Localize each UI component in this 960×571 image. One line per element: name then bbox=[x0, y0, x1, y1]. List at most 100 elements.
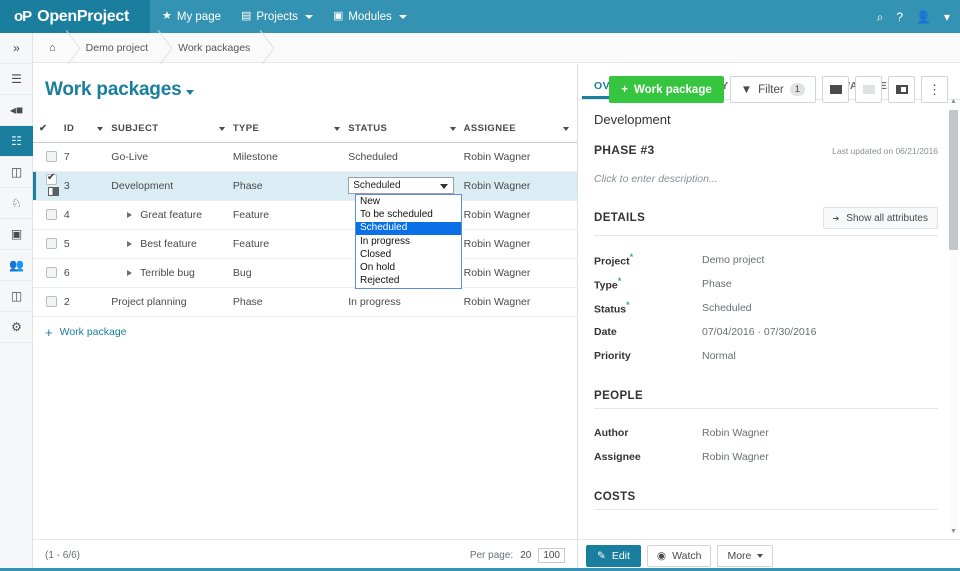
user-menu-caret-icon[interactable]: ▾ bbox=[944, 11, 950, 23]
table-row[interactable]: 2 Project planning Phase In progress Rob… bbox=[33, 287, 577, 317]
nav-item-modules[interactable]: ▣ Modules bbox=[333, 0, 407, 33]
status-select[interactable]: Scheduled bbox=[348, 177, 455, 194]
scrollbar-thumb[interactable] bbox=[949, 110, 958, 250]
row-assignee[interactable]: Robin Wagner bbox=[463, 171, 577, 201]
row-type[interactable]: Phase bbox=[232, 171, 349, 201]
row-id[interactable]: 2 bbox=[63, 287, 112, 317]
chevron-down-icon[interactable] bbox=[97, 126, 104, 131]
column-header-type[interactable]: TYPE bbox=[232, 116, 349, 143]
row-assignee[interactable]: Robin Wagner bbox=[463, 200, 577, 230]
column-header-assignee[interactable]: ASSIGNEE bbox=[463, 116, 577, 143]
table-row[interactable]: 3 Development Phase Scheduled Robin Wagn… bbox=[33, 171, 577, 201]
row-assignee[interactable]: Robin Wagner bbox=[463, 258, 577, 288]
row-status[interactable]: In progress bbox=[348, 287, 464, 317]
view-list-button[interactable] bbox=[822, 76, 849, 103]
attribute-row-status[interactable]: Status* Scheduled bbox=[594, 296, 938, 320]
search-icon[interactable]: ⌕ bbox=[877, 11, 884, 23]
scroll-down-arrow-icon[interactable]: ▼ bbox=[950, 528, 957, 535]
row-assignee[interactable]: Robin Wagner bbox=[463, 229, 577, 259]
sidebar-item-budgets[interactable]: ◫ bbox=[0, 281, 33, 312]
scroll-up-arrow-icon[interactable]: ▲ bbox=[950, 98, 957, 105]
status-option-closed[interactable]: Closed bbox=[356, 248, 461, 261]
attribute-row-author[interactable]: Author Robin Wagner bbox=[594, 421, 938, 445]
sidebar-item-activity[interactable]: ☰ bbox=[0, 64, 33, 95]
chevron-down-icon[interactable] bbox=[563, 126, 569, 131]
row-subject[interactable]: Best feature bbox=[111, 229, 233, 259]
row-subject[interactable]: Great feature bbox=[111, 200, 233, 230]
row-checkbox-cell[interactable] bbox=[33, 171, 64, 201]
row-checkbox-cell[interactable] bbox=[33, 287, 64, 317]
table-row[interactable]: 4 Great feature Feature Robin Wagner bbox=[33, 200, 577, 230]
row-checkbox-cell[interactable] bbox=[33, 142, 64, 172]
row-checkbox[interactable] bbox=[45, 151, 57, 163]
table-row[interactable]: 5 Best feature Feature Robin Wagner bbox=[33, 229, 577, 259]
row-status[interactable]: Scheduled bbox=[348, 142, 464, 172]
watch-button[interactable]: ◉ Watch bbox=[646, 544, 712, 567]
description-placeholder[interactable]: Click to enter description... bbox=[594, 173, 938, 185]
row-id[interactable]: 6 bbox=[63, 258, 112, 288]
status-option-new[interactable]: New bbox=[356, 195, 461, 208]
attribute-row-date[interactable]: Date 07/04/2016 · 07/30/2016 bbox=[594, 320, 938, 344]
add-work-package-row[interactable]: + Work package bbox=[33, 317, 577, 339]
hierarchy-arrow-icon[interactable] bbox=[127, 269, 133, 276]
chevron-down-icon[interactable] bbox=[218, 126, 225, 131]
nav-item-projects[interactable]: ▤ Projects bbox=[241, 0, 313, 33]
row-id[interactable]: 3 bbox=[63, 171, 112, 201]
attribute-row-priority[interactable]: Priority Normal bbox=[594, 344, 938, 368]
row-assignee[interactable]: Robin Wagner bbox=[463, 142, 577, 172]
status-option-in-progress[interactable]: In progress bbox=[356, 235, 461, 248]
sidebar-item-work-packages[interactable]: ☷ bbox=[0, 126, 33, 157]
create-work-package-button[interactable]: + Work package bbox=[609, 76, 724, 103]
toolbar-more-button[interactable]: ⋮ bbox=[921, 76, 948, 103]
hierarchy-arrow-icon[interactable] bbox=[127, 240, 133, 247]
view-gallery-button[interactable] bbox=[855, 76, 882, 103]
status-dropdown-list[interactable]: New To be scheduled Scheduled In progres… bbox=[355, 194, 462, 290]
sidebar-item-members[interactable]: 👥 bbox=[0, 250, 33, 281]
attribute-row-type[interactable]: Type* Phase bbox=[594, 272, 938, 296]
row-subject[interactable]: Development bbox=[111, 171, 233, 201]
table-row[interactable]: 7 Go-Live Milestone Scheduled Robin Wagn… bbox=[33, 142, 577, 172]
row-checkbox[interactable] bbox=[45, 238, 57, 250]
sidebar-item-meetings[interactable]: ♘ bbox=[0, 188, 33, 219]
chevron-down-icon[interactable] bbox=[449, 126, 456, 131]
sidebar-item-calendar[interactable]: ◫ bbox=[0, 157, 33, 188]
row-assignee[interactable]: Robin Wagner bbox=[463, 287, 577, 317]
row-subject[interactable]: Project planning bbox=[111, 287, 233, 317]
status-option-to-be-scheduled[interactable]: To be scheduled bbox=[356, 208, 461, 221]
sidebar-item-tag[interactable]: ◂■ bbox=[0, 95, 33, 126]
row-type[interactable]: Bug bbox=[232, 258, 349, 288]
breadcrumb-home[interactable]: ⌂ bbox=[33, 33, 70, 63]
row-checkbox-cell[interactable] bbox=[33, 200, 64, 230]
more-button[interactable]: More bbox=[717, 544, 774, 567]
breadcrumb-item-work-packages[interactable]: Work packages bbox=[162, 33, 264, 63]
per-page-option-100[interactable]: 100 bbox=[538, 548, 565, 563]
column-header-subject[interactable]: SUBJECT bbox=[111, 116, 233, 143]
row-subject[interactable]: Terrible bug bbox=[111, 258, 233, 288]
filter-button[interactable]: ▼ Filter 1 bbox=[729, 76, 816, 103]
chevron-down-icon[interactable] bbox=[334, 126, 341, 131]
attribute-row-assignee[interactable]: Assignee Robin Wagner bbox=[594, 445, 938, 469]
status-option-on-hold[interactable]: On hold bbox=[356, 261, 461, 274]
attribute-row-project[interactable]: Project* Demo project bbox=[594, 248, 938, 272]
row-type[interactable]: Feature bbox=[232, 200, 349, 230]
sidebar-item-expand[interactable]: » bbox=[0, 33, 33, 64]
status-option-rejected[interactable]: Rejected bbox=[356, 275, 461, 288]
edit-button[interactable]: ✎ Edit bbox=[586, 544, 641, 567]
detail-title[interactable]: Development bbox=[594, 112, 938, 127]
app-logo[interactable]: oP OpenProject bbox=[0, 0, 150, 33]
view-split-button[interactable] bbox=[888, 76, 915, 103]
help-icon[interactable]: ? bbox=[896, 11, 903, 23]
row-id[interactable]: 4 bbox=[63, 200, 112, 230]
row-checkbox[interactable] bbox=[45, 209, 57, 221]
row-checkbox-cell[interactable] bbox=[33, 229, 64, 259]
table-row[interactable]: 6 Terrible bug Bug Robin Wagner bbox=[33, 258, 577, 288]
page-title[interactable]: Work packages bbox=[45, 79, 195, 101]
row-subject[interactable]: Go-Live bbox=[111, 142, 233, 172]
row-checkbox-cell[interactable] bbox=[33, 258, 64, 288]
nav-item-my-page[interactable]: ★ My page bbox=[162, 0, 221, 33]
row-type[interactable]: Feature bbox=[232, 229, 349, 259]
per-page-option-20[interactable]: 20 bbox=[520, 550, 531, 561]
status-option-scheduled[interactable]: Scheduled bbox=[356, 221, 461, 235]
user-avatar-icon[interactable]: 👤 bbox=[916, 11, 931, 23]
sidebar-item-settings[interactable]: ⚙ bbox=[0, 312, 33, 343]
